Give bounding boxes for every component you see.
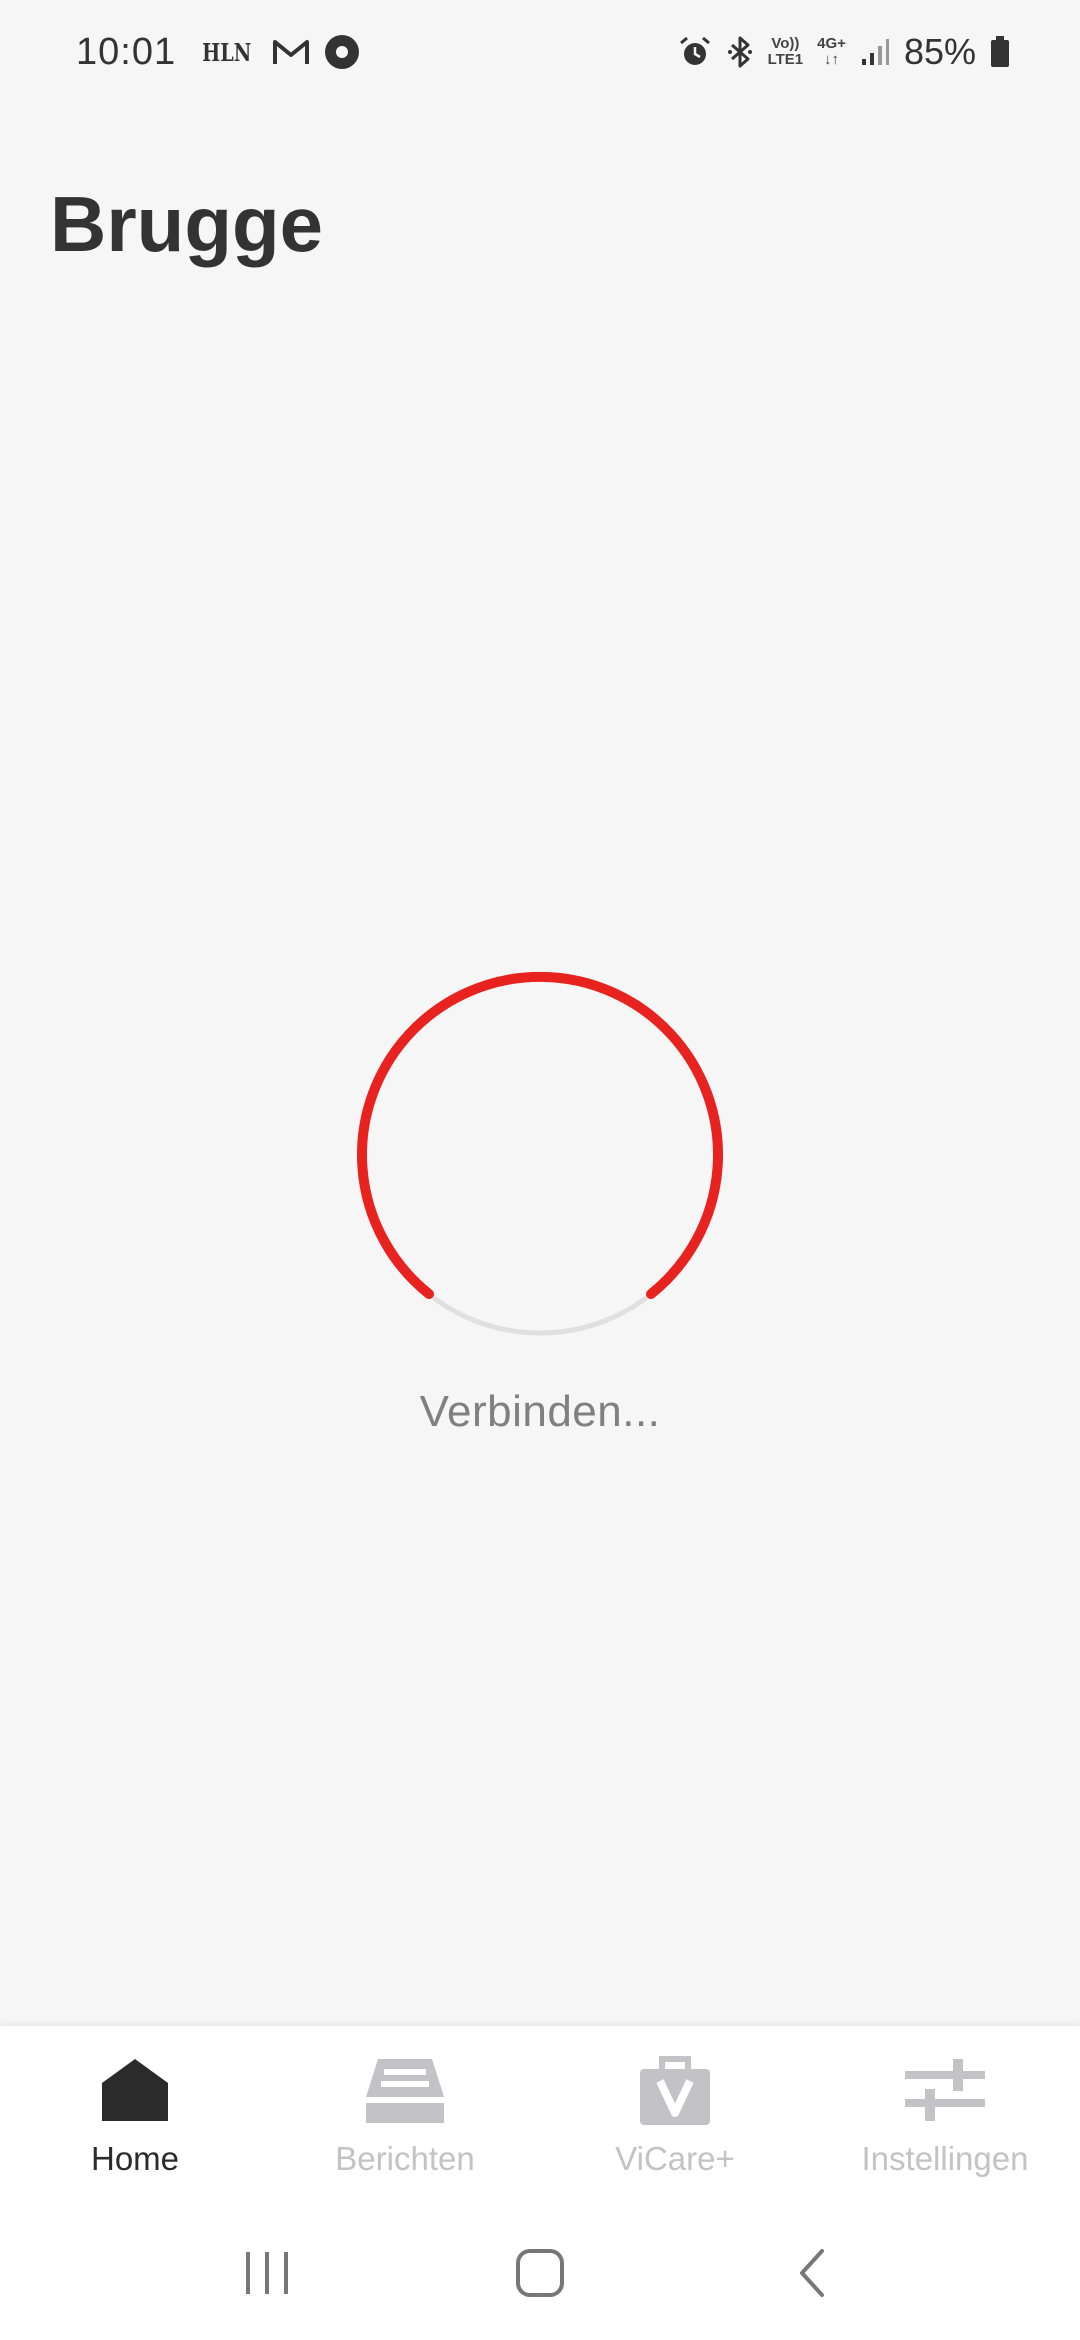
- battery-icon: [990, 36, 1010, 68]
- nav-item-vicare-plus[interactable]: ViCare+: [540, 2026, 810, 2206]
- home-system-button[interactable]: [495, 2228, 585, 2318]
- recent-apps-button[interactable]: [222, 2228, 312, 2318]
- status-bar-right: Vo)) LTE1 4G+ ↓↑ 85%: [678, 31, 1010, 73]
- status-bar: 10:01 HLN Vo)) LTE1 4G+ ↓↑ 85%: [0, 0, 1080, 104]
- nav-label-instellingen: Instellingen: [861, 2140, 1029, 2177]
- page-title: Brugge: [50, 180, 323, 268]
- recent-apps-icon: [245, 2252, 288, 2294]
- back-button[interactable]: [768, 2228, 858, 2318]
- sliders-icon: [900, 2052, 990, 2128]
- battery-percent: 85%: [903, 31, 976, 72]
- back-chevron-icon: [800, 2249, 825, 2297]
- app-screen: 10:01 HLN Vo)) LTE1 4G+ ↓↑ 85% Brugge Ve…: [0, 0, 1080, 2340]
- bottom-navigation: Home Berichten ViCare+ Instellingen: [0, 2026, 1080, 2206]
- lte-label: LTE1: [767, 51, 804, 68]
- system-navigation-bar: [0, 2206, 1080, 2340]
- nav-label-home: Home: [90, 2140, 180, 2177]
- nav-label-berichten: Berichten: [335, 2140, 475, 2177]
- loading-spinner: [357, 971, 723, 1336]
- bluetooth-icon: [726, 35, 754, 69]
- volte-indicator: Vo)) LTE1: [768, 36, 804, 68]
- home-icon: [90, 2052, 180, 2128]
- nav-item-berichten[interactable]: Berichten: [270, 2026, 540, 2206]
- nav-item-instellingen[interactable]: Instellingen: [810, 2026, 1080, 2206]
- alarm-icon: [678, 35, 712, 69]
- home-square-icon: [515, 2249, 564, 2297]
- network-type-label: 4G+: [817, 35, 846, 52]
- record-icon: [324, 34, 360, 70]
- loading-text: Verbinden...: [419, 1387, 661, 1436]
- nav-item-home[interactable]: Home: [0, 2026, 270, 2206]
- gmail-icon: [272, 37, 310, 67]
- nav-label-vicare-plus: ViCare+: [615, 2140, 735, 2177]
- signal-icon: [860, 37, 890, 67]
- data-arrows-icon: ↓↑: [824, 51, 840, 68]
- inbox-icon: [360, 2052, 450, 2128]
- status-time: 10:01: [76, 30, 177, 73]
- hln-notification-icon: HLN: [202, 37, 252, 67]
- volte-label: Vo)): [771, 35, 800, 52]
- network-type-indicator: 4G+ ↓↑: [817, 36, 846, 68]
- status-bar-left: 10:01 HLN: [76, 31, 360, 74]
- spinner-arc: [357, 971, 723, 1299]
- vicare-bag-icon: [630, 2052, 720, 2128]
